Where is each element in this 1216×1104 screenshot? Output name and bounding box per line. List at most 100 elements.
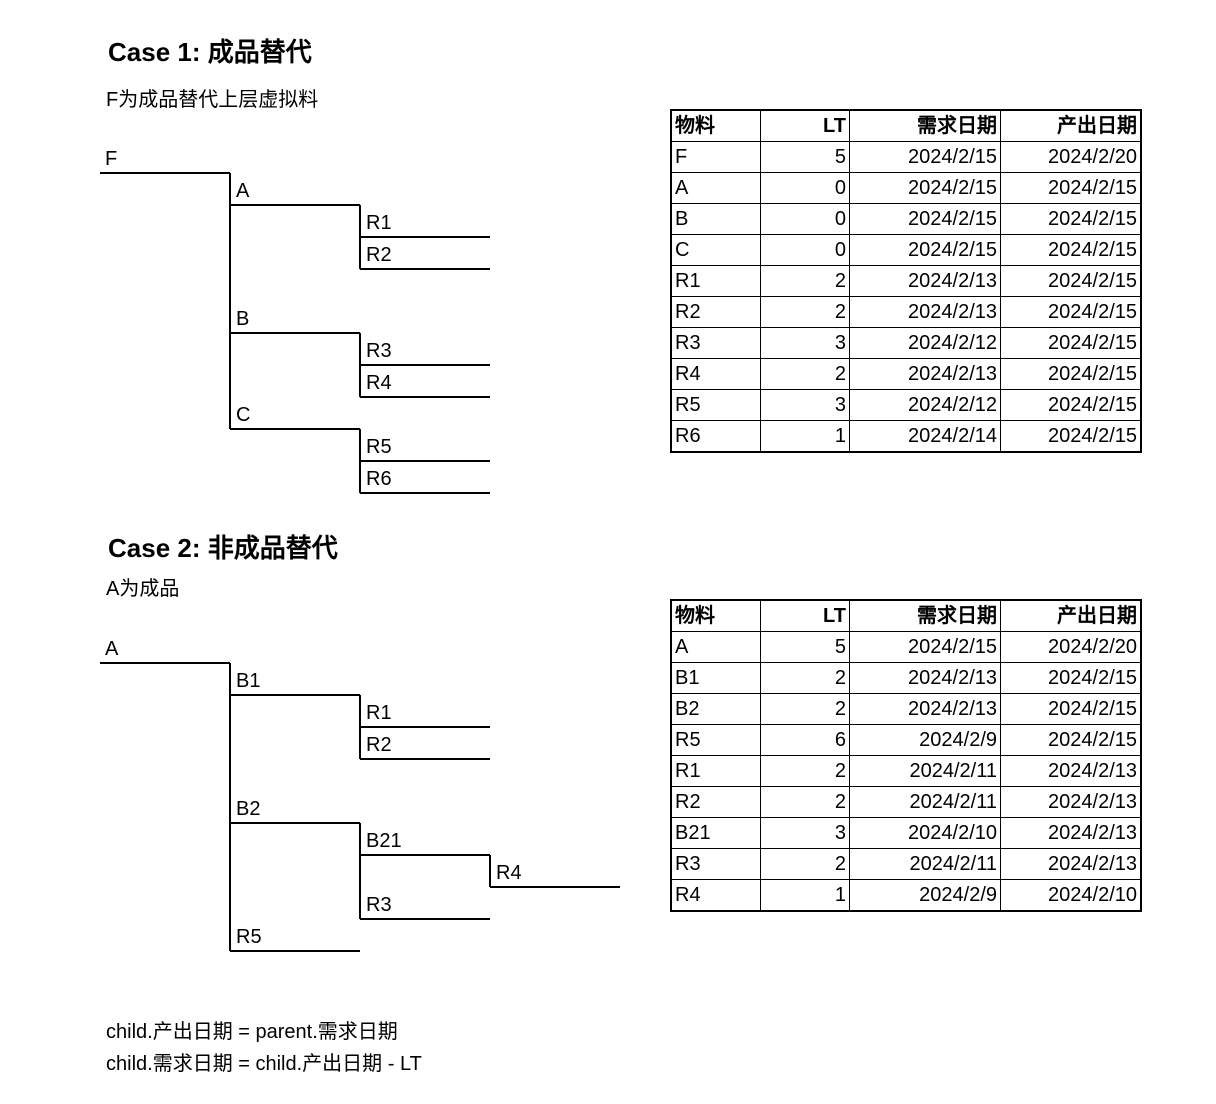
table-cell: 2: [760, 358, 850, 390]
column-header: 需求日期: [849, 599, 1001, 632]
tree-node-R1: R1: [366, 702, 392, 724]
table-cell: 2024/2/15: [1000, 203, 1142, 235]
table-cell: 2024/2/10: [849, 817, 1001, 849]
table-cell: A: [670, 631, 761, 663]
table-cell: 2: [760, 755, 850, 787]
table-cell: 2024/2/15: [1000, 389, 1142, 421]
table-row: F 5 2024/2/15 2024/2/20: [670, 141, 1142, 173]
table-cell: R1: [670, 755, 761, 787]
table-cell: 2024/2/15: [1000, 296, 1142, 328]
table-cell: B1: [670, 662, 761, 694]
table-cell: 2024/2/14: [849, 420, 1001, 453]
table-cell: B2: [670, 693, 761, 725]
table-cell: 2024/2/15: [1000, 265, 1142, 297]
table-cell: R3: [670, 327, 761, 359]
table-cell: 6: [760, 724, 850, 756]
tree-node-R3: R3: [366, 894, 392, 916]
table-cell: A: [670, 172, 761, 204]
table-cell: 0: [760, 203, 850, 235]
table-cell: 2024/2/13: [1000, 817, 1142, 849]
table-cell: 2024/2/11: [849, 848, 1001, 880]
table-cell: 5: [760, 631, 850, 663]
table-row: C 0 2024/2/15 2024/2/15: [670, 234, 1142, 266]
table-cell: 1: [760, 879, 850, 912]
table-row: B2 2 2024/2/13 2024/2/15: [670, 693, 1142, 725]
table-cell: 0: [760, 172, 850, 204]
column-header: 物料: [670, 109, 761, 142]
table-cell: 2024/2/20: [1000, 141, 1142, 173]
tree-node-A: A: [105, 638, 119, 660]
column-header: LT: [760, 599, 850, 632]
table-cell: R1: [670, 265, 761, 297]
table-cell: 2024/2/12: [849, 389, 1001, 421]
table-cell: 2024/2/13: [849, 662, 1001, 694]
table-cell: 2024/2/9: [849, 879, 1001, 912]
table-cell: B21: [670, 817, 761, 849]
table-cell: 2024/2/20: [1000, 631, 1142, 663]
table-row: R3 3 2024/2/12 2024/2/15: [670, 327, 1142, 359]
table-row: R2 2 2024/2/13 2024/2/15: [670, 296, 1142, 328]
formula-output-date: child.产出日期 = parent.需求日期: [106, 1021, 398, 1043]
table-cell: R2: [670, 296, 761, 328]
table-cell: 2: [760, 693, 850, 725]
table-cell: 2024/2/15: [849, 141, 1001, 173]
table-cell: F: [670, 141, 761, 173]
table-cell: 2: [760, 662, 850, 694]
table-cell: 2024/2/13: [1000, 848, 1142, 880]
table-cell: 2024/2/13: [1000, 755, 1142, 787]
tree-node-R2: R2: [366, 244, 392, 266]
table-cell: 2024/2/15: [849, 203, 1001, 235]
table-cell: 2024/2/15: [849, 631, 1001, 663]
table-cell: 2024/2/11: [849, 755, 1001, 787]
table-row: R4 1 2024/2/9 2024/2/10: [670, 879, 1142, 912]
table-row: R1 2 2024/2/13 2024/2/15: [670, 265, 1142, 297]
table-cell: 2024/2/15: [1000, 172, 1142, 204]
table-row: B1 2 2024/2/13 2024/2/15: [670, 662, 1142, 694]
column-header: 物料: [670, 599, 761, 632]
tree-node-R5: R5: [366, 436, 392, 458]
table-cell: 2024/2/15: [1000, 358, 1142, 390]
table-row: A 5 2024/2/15 2024/2/20: [670, 631, 1142, 663]
column-header: LT: [760, 109, 850, 142]
tree-node-B21: B21: [366, 830, 402, 852]
case2-tree-lines: [100, 662, 620, 952]
table-cell: R2: [670, 786, 761, 818]
table-cell: 2024/2/11: [849, 786, 1001, 818]
table-cell: 3: [760, 817, 850, 849]
table-cell: R5: [670, 724, 761, 756]
tree-node-B: B: [236, 308, 250, 330]
table-cell: 2024/2/15: [1000, 662, 1142, 694]
table-row: R6 1 2024/2/14 2024/2/15: [670, 420, 1142, 453]
formula-demand-date: child.需求日期 = child.产出日期 - LT: [106, 1053, 422, 1075]
tree-node-A: A: [236, 180, 250, 202]
table-cell: R5: [670, 389, 761, 421]
table-cell: 5: [760, 141, 850, 173]
case1-tree-lines: [100, 172, 490, 494]
table-cell: 2024/2/15: [1000, 420, 1142, 453]
table-row: R4 2 2024/2/13 2024/2/15: [670, 358, 1142, 390]
table-row: R3 2 2024/2/11 2024/2/13: [670, 848, 1142, 880]
table-row: B 0 2024/2/15 2024/2/15: [670, 203, 1142, 235]
table-cell: R4: [670, 879, 761, 912]
table-cell: 2024/2/9: [849, 724, 1001, 756]
tree-node-B1: B1: [236, 670, 261, 692]
tree-node-R5: R5: [236, 926, 262, 948]
table-cell: 2: [760, 296, 850, 328]
table-cell: 2024/2/13: [1000, 786, 1142, 818]
table-cell: 2: [760, 848, 850, 880]
table-cell: 2024/2/15: [1000, 327, 1142, 359]
table-cell: 2024/2/13: [849, 296, 1001, 328]
table-header-row: 物料 LT 需求日期 产出日期: [670, 599, 1142, 632]
table-cell: 2024/2/13: [849, 693, 1001, 725]
tree-node-C: C: [236, 404, 251, 426]
table-cell: 3: [760, 327, 850, 359]
table-cell: 3: [760, 389, 850, 421]
column-header: 产出日期: [1000, 599, 1142, 632]
table-cell: 2024/2/10: [1000, 879, 1142, 912]
case1-table: 物料 LT 需求日期 产出日期 F 5 2024/2/15 2024/2/20 A 0 2024/2…: [670, 109, 1142, 453]
column-header: 产出日期: [1000, 109, 1142, 142]
tree-node-R4: R4: [496, 862, 522, 884]
table-cell: 2024/2/15: [849, 172, 1001, 204]
table-cell: 2024/2/15: [1000, 693, 1142, 725]
table-row: R5 3 2024/2/12 2024/2/15: [670, 389, 1142, 421]
